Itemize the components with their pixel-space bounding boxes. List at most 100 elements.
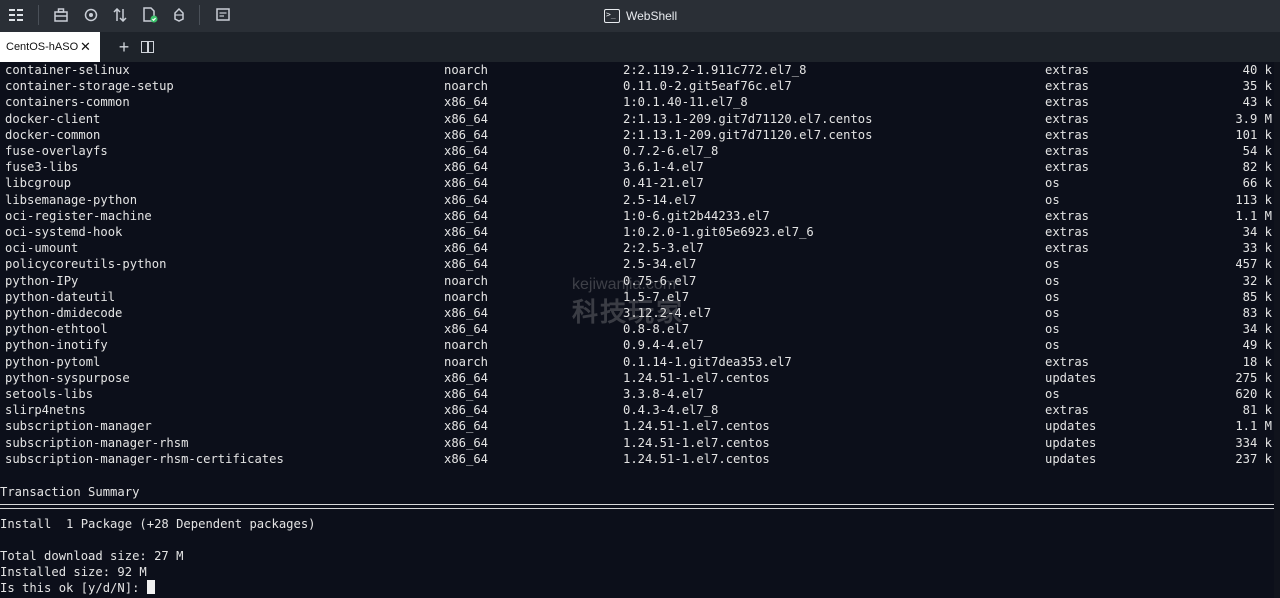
terminal-output[interactable]: container-selinux noarch 2:2.119.2-1.911c7… — [0, 62, 1280, 598]
package-name: subscription-manager-rhsm — [5, 435, 189, 450]
package-repo: os — [1045, 176, 1060, 191]
package-repo: extras — [1045, 127, 1090, 142]
confirm-prompt: Is this ok [y/d/N]: — [0, 580, 156, 596]
package-version: 0.1.14-1.git7dea353.el7 — [623, 354, 792, 369]
package-name: fuse3-libs — [5, 160, 79, 175]
package-version: 1.5-7.el7 — [623, 289, 690, 304]
tab-centos[interactable]: CentOS-hASO ✕ — [0, 32, 100, 62]
package-row: docker-common x86_64 2:1.13.1-209.git7d711… — [0, 127, 1280, 143]
package-name: python-pytoml — [5, 354, 101, 369]
package-name: libcgroup — [5, 176, 72, 191]
package-arch: noarch — [444, 338, 489, 353]
download-size: Total download size: 27 M — [0, 549, 184, 563]
package-row: setools-libs x86_64 3.3.8-4.el7 os 620 k — [0, 386, 1280, 402]
package-version: 0.7.2-6.el7_8 — [623, 144, 719, 158]
package-row: policycoreutils-python x86_64 2.5-34.el7 os… — [0, 256, 1280, 272]
package-repo: os — [1045, 306, 1060, 320]
package-repo: extras — [1045, 225, 1090, 239]
package-name: python-ethtool — [5, 322, 108, 337]
package-repo: extras — [1045, 160, 1090, 175]
prompt-text: Is this ok [y/d/N]: — [0, 581, 140, 595]
package-version: 1:0-6.git2b44233.el7 — [623, 208, 770, 223]
separator-rule — [0, 504, 1280, 509]
package-name: container-storage-setup — [5, 79, 174, 94]
package-size: 66 k — [1242, 176, 1272, 191]
install-summary: Install 1 Package (+28 Dependent package… — [0, 517, 316, 531]
package-size: 275 k — [1235, 370, 1272, 385]
package-version: 1:0.1.40-11.el7_8 — [623, 95, 748, 110]
package-name: python-dateutil — [5, 289, 116, 304]
package-size: 40 k — [1242, 63, 1272, 77]
package-arch: x86_64 — [444, 241, 489, 256]
package-arch: x86_64 — [444, 176, 489, 191]
package-version: 3.3.8-4.el7 — [623, 387, 704, 401]
package-arch: x86_64 — [444, 144, 489, 158]
package-repo: extras — [1045, 79, 1090, 94]
package-arch: noarch — [444, 63, 489, 77]
package-repo: os — [1045, 322, 1060, 337]
package-size: 85 k — [1242, 289, 1272, 304]
package-size: 1.1 M — [1235, 208, 1272, 223]
package-name: fuse-overlayfs — [5, 144, 108, 158]
terminal-scrollbar[interactable] — [1274, 62, 1280, 598]
package-row: libsemanage-python x86_64 2.5-14.el7 os 113 … — [0, 192, 1280, 208]
package-name: oci-register-machine — [5, 208, 152, 223]
package-arch: x86_64 — [444, 257, 489, 272]
package-size: 54 k — [1242, 144, 1272, 158]
package-size: 113 k — [1235, 192, 1272, 207]
package-version: 0.11.0-2.git5eaf76c.el7 — [623, 79, 792, 94]
tab-label: CentOS-hASO — [6, 41, 79, 53]
package-row: subscription-manager-rhsm x86_64 1.24.51-1… — [0, 435, 1280, 451]
package-size: 237 k — [1235, 451, 1272, 466]
package-row: python-pytoml noarch 0.1.14-1.git7dea353.e… — [0, 354, 1280, 370]
package-repo: os — [1045, 338, 1060, 353]
package-size: 457 k — [1235, 257, 1272, 272]
package-row: slirp4netns x86_64 0.4.3-4.el7_8 extras 81 k — [0, 402, 1280, 418]
package-arch: x86_64 — [444, 419, 489, 434]
target-icon[interactable] — [80, 4, 102, 26]
file-check-icon[interactable] — [139, 4, 161, 26]
package-arch: x86_64 — [444, 192, 489, 207]
package-name: policycoreutils-python — [5, 257, 167, 272]
package-row: containers-common x86_64 1:0.1.40-11.el7_8… — [0, 94, 1280, 110]
package-row: python-dateutil noarch 1.5-7.el7 os 85 k — [0, 289, 1280, 305]
package-arch: x86_64 — [444, 225, 489, 239]
package-arch: x86_64 — [444, 435, 489, 450]
history-icon[interactable] — [212, 4, 234, 26]
package-row: python-ethtool x86_64 0.8-8.el7 os 34 k — [0, 321, 1280, 337]
toolbar-divider — [199, 5, 200, 25]
package-size: 49 k — [1242, 338, 1272, 353]
terminal-icon: >_ — [604, 9, 620, 23]
package-repo: os — [1045, 289, 1060, 304]
toolbox-icon[interactable] — [50, 4, 72, 26]
package-version: 0.4.3-4.el7_8 — [623, 403, 719, 418]
package-version: 1:0.2.0-1.git05e6923.el7_6 — [623, 225, 814, 239]
package-repo: extras — [1045, 63, 1090, 77]
package-name: docker-client — [5, 111, 101, 126]
package-repo: extras — [1045, 403, 1090, 418]
add-tab-button[interactable]: + — [116, 37, 132, 57]
package-version: 2.5-14.el7 — [623, 192, 697, 207]
package-row: docker-client x86_64 2:1.13.1-209.git7d711… — [0, 111, 1280, 127]
package-version: 0.75-6.el7 — [623, 273, 697, 288]
package-row: python-IPy noarch 0.75-6.el7 os 32 k — [0, 273, 1280, 289]
package-name: oci-umount — [5, 241, 79, 256]
package-repo: extras — [1045, 241, 1090, 256]
package-version: 2:1.13.1-209.git7d71120.el7.centos — [623, 111, 873, 126]
package-row: python-inotify noarch 0.9.4-4.el7 os 49 k — [0, 337, 1280, 353]
package-repo: extras — [1045, 354, 1090, 369]
package-name: libsemanage-python — [5, 192, 138, 207]
package-arch: x86_64 — [444, 387, 489, 401]
package-name: setools-libs — [5, 387, 94, 401]
package-size: 81 k — [1242, 403, 1272, 418]
text-cursor[interactable] — [147, 580, 156, 594]
close-icon[interactable]: ✕ — [80, 40, 92, 54]
package-size: 3.9 M — [1235, 111, 1272, 126]
package-repo: updates — [1045, 451, 1097, 466]
split-view-icon[interactable] — [141, 41, 154, 53]
package-arch: x86_64 — [444, 322, 489, 337]
rocket-icon[interactable] — [168, 4, 190, 26]
transfer-icon[interactable] — [109, 4, 131, 26]
package-size: 1.1 M — [1235, 419, 1272, 434]
menu-icon[interactable] — [5, 4, 27, 26]
